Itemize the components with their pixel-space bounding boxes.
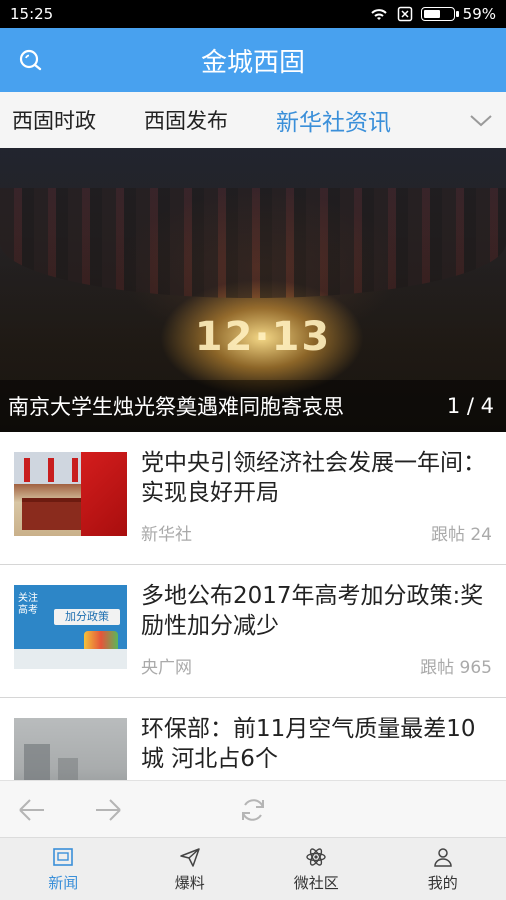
news-thumbnail bbox=[14, 718, 127, 780]
person-icon bbox=[433, 847, 452, 867]
news-thumbnail: 关注 高考 加分政策 bbox=[14, 585, 127, 669]
nav-label: 新闻 bbox=[48, 873, 79, 892]
search-icon[interactable] bbox=[16, 46, 46, 76]
chevron-down-icon[interactable] bbox=[468, 108, 494, 132]
nav-label: 爆料 bbox=[174, 873, 205, 892]
atom-icon bbox=[306, 847, 326, 866]
status-time: 15:25 bbox=[10, 5, 54, 23]
battery-icon bbox=[420, 7, 459, 21]
news-icon bbox=[53, 847, 74, 866]
thumb-text: 加分政策 bbox=[54, 609, 120, 625]
banner-counter: 1 / 4 bbox=[446, 394, 494, 418]
nav-community[interactable]: 微社区 bbox=[253, 838, 380, 900]
page-title: 金城西固 bbox=[200, 47, 305, 78]
browser-toolbar bbox=[0, 780, 506, 837]
send-icon bbox=[180, 847, 200, 867]
news-headline: 党中央引领经济社会发展一年间：实现良好开局 bbox=[141, 450, 486, 506]
thumb-text: 关注 bbox=[18, 593, 38, 604]
headline-carousel[interactable]: 12·13 南京大学生烛光祭奠遇难同胞寄哀思 1 / 4 bbox=[0, 148, 506, 432]
banner-caption: 南京大学生烛光祭奠遇难同胞寄哀思 bbox=[8, 395, 344, 419]
news-item[interactable]: 关注 高考 加分政策 多地公布2017年高考加分政策:奖励性加分减少 央广网 跟帖… bbox=[0, 565, 506, 698]
wifi-icon bbox=[370, 9, 387, 20]
nav-news[interactable]: 新闻 bbox=[0, 838, 127, 900]
news-item[interactable]: 党中央引领经济社会发展一年间：实现良好开局 新华社 跟帖 24 bbox=[0, 432, 506, 565]
tab-xinhua-news[interactable]: 新华社资讯 bbox=[276, 103, 391, 137]
arrow-left-icon[interactable] bbox=[16, 795, 48, 825]
news-headline: 环保部：前11月空气质量最差10城 河北占6个 bbox=[141, 716, 476, 772]
news-thumbnail bbox=[14, 452, 127, 536]
news-source: 央广网 bbox=[141, 658, 192, 678]
tab-xigu-politics[interactable]: 西固时政 bbox=[12, 105, 96, 135]
news-item[interactable]: 环保部：前11月空气质量最差10城 河北占6个 bbox=[0, 698, 506, 780]
nav-profile[interactable]: 我的 bbox=[380, 838, 506, 900]
tab-xigu-release[interactable]: 西固发布 bbox=[144, 105, 228, 135]
nav-tipoff[interactable]: 爆料 bbox=[127, 838, 254, 900]
refresh-icon[interactable] bbox=[237, 795, 269, 825]
news-source: 新华社 bbox=[141, 525, 192, 545]
app-header: 金城西固 bbox=[0, 28, 506, 92]
nav-label: 我的 bbox=[427, 873, 458, 892]
news-replies: 跟帖 24 bbox=[430, 525, 492, 545]
battery-percent: 59% bbox=[462, 5, 496, 23]
banner-caption-bar: 南京大学生烛光祭奠遇难同胞寄哀思 1 / 4 bbox=[0, 380, 506, 432]
arrow-right-icon[interactable] bbox=[92, 795, 124, 825]
news-replies: 跟帖 965 bbox=[420, 658, 492, 678]
category-tabs: 西固时政 西固发布 新华社资讯 bbox=[0, 92, 506, 148]
status-bar: 15:25 59% bbox=[0, 0, 506, 28]
nav-label: 微社区 bbox=[293, 873, 339, 892]
news-headline: 多地公布2017年高考加分政策:奖励性加分减少 bbox=[141, 583, 484, 639]
bottom-nav: 新闻 爆料 微社区 我的 bbox=[0, 837, 506, 900]
status-icons: 59% bbox=[369, 5, 496, 23]
news-list: 党中央引领经济社会发展一年间：实现良好开局 新华社 跟帖 24 关注 高考 加分政… bbox=[0, 432, 506, 780]
candle-text: 12·13 bbox=[194, 314, 332, 360]
sim-off-icon bbox=[397, 6, 412, 22]
thumb-text: 高考 bbox=[18, 605, 38, 616]
